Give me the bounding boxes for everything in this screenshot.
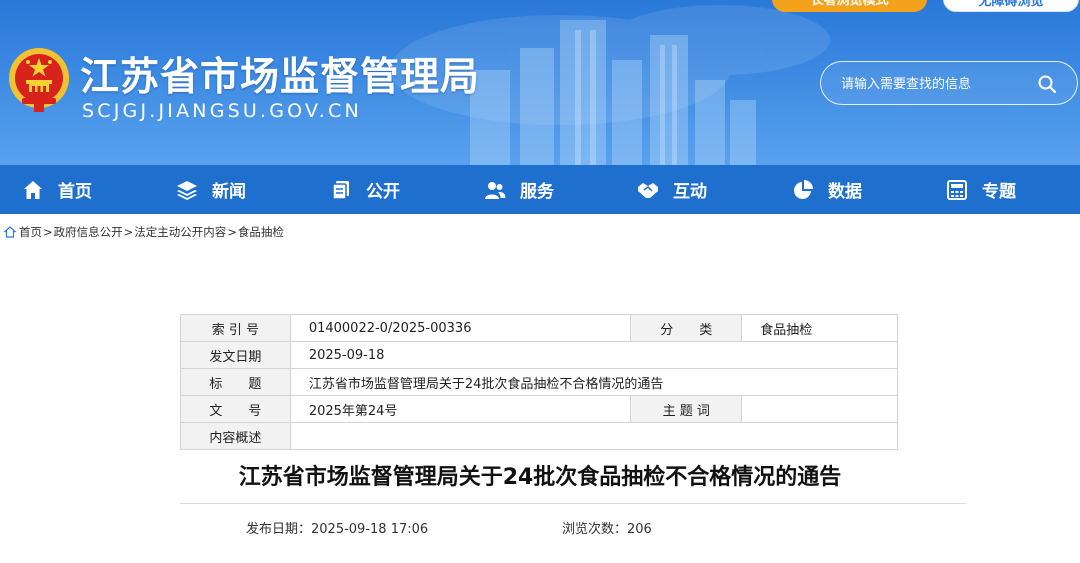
nav-label: 公开 [366, 182, 400, 202]
table-row: 发文日期 2025-09-18 [180, 341, 899, 369]
breadcrumb-home[interactable]: 首页 [19, 224, 42, 240]
date-value: 2025-09-18 [289, 341, 899, 369]
breadcrumb-food-inspection[interactable]: 食品抽检 [238, 224, 284, 240]
title-label: 标 题 [180, 368, 291, 396]
nav-label: 专题 [982, 182, 1016, 202]
docno-value: 2025年第24号 [289, 395, 632, 423]
index-value: 01400022-0/2025-00336 [289, 314, 632, 342]
table-row: 内容概述 [180, 422, 899, 450]
keywords-value [741, 395, 898, 423]
view-count: 浏览次数：206 [562, 518, 652, 537]
docno-label: 文 号 [180, 395, 291, 423]
breadcrumb-statutory[interactable]: 法定主动公开内容 [134, 224, 226, 240]
nav-item-news[interactable]: 新闻 [176, 165, 246, 214]
header-banner: 长者浏览模式 无障碍浏览 江苏省市场监督管理局 SCJGJ.JIANGSU.GO… [0, 0, 1080, 165]
calculator-icon [947, 179, 967, 200]
site-domain: SCJGJ.JIANGSU.GOV.CN [82, 100, 362, 122]
breadcrumb-separator: > [227, 225, 237, 239]
layers-icon [177, 180, 197, 200]
document-info-table: 索 引 号 01400022-0/2025-00336 分 类 食品抽检 发文日… [180, 314, 899, 450]
main-nav: 首页 新闻 公开 服务 互动 数据 专题 [0, 165, 1080, 214]
search-box[interactable] [820, 61, 1078, 105]
publish-date: 发布日期：2025-09-18 17:06 [246, 518, 428, 537]
users-icon [485, 181, 506, 199]
nav-item-data[interactable]: 数据 [792, 165, 862, 214]
home-outline-icon [4, 226, 16, 238]
title-divider [180, 503, 966, 504]
nav-item-topics[interactable]: 专题 [946, 165, 1016, 214]
elder-mode-button[interactable]: 长者浏览模式 [772, 0, 927, 12]
summary-value [289, 422, 899, 450]
nav-label: 互动 [673, 182, 707, 202]
date-label: 发文日期 [180, 341, 291, 369]
breadcrumb-gov-info[interactable]: 政府信息公开 [54, 224, 123, 240]
breadcrumb: 首页 > 政府信息公开 > 法定主动公开内容 > 食品抽检 [4, 224, 284, 240]
title-value: 江苏省市场监督管理局关于24批次食品抽检不合格情况的通告 [289, 368, 899, 396]
home-icon [24, 180, 42, 199]
pie-chart-icon [794, 179, 813, 199]
table-row: 标 题 江苏省市场监督管理局关于24批次食品抽检不合格情况的通告 [180, 368, 899, 396]
view-count-value: 206 [627, 522, 652, 537]
nav-item-public[interactable]: 公开 [330, 165, 400, 214]
document-stack-icon [332, 180, 349, 200]
nav-label: 服务 [520, 182, 554, 202]
category-value: 食品抽检 [741, 314, 898, 342]
nav-item-services[interactable]: 服务 [484, 165, 554, 214]
site-title: 江苏省市场监督管理局 [80, 55, 481, 100]
article-title: 江苏省市场监督管理局关于24批次食品抽检不合格情况的通告 [238, 465, 842, 490]
publish-date-label: 发布日期： [246, 522, 312, 537]
index-label: 索 引 号 [180, 314, 291, 342]
nav-label: 数据 [828, 182, 862, 202]
publish-date-value: 2025-09-18 17:06 [311, 522, 429, 537]
breadcrumb-separator: > [43, 225, 53, 239]
breadcrumb-separator: > [123, 225, 134, 239]
national-emblem-icon [9, 48, 69, 112]
summary-label: 内容概述 [180, 422, 291, 450]
search-input[interactable] [841, 73, 1021, 95]
keywords-label: 主 题 词 [630, 395, 743, 423]
nav-label: 首页 [58, 182, 92, 202]
nav-label: 新闻 [212, 182, 246, 202]
search-icon[interactable] [1037, 74, 1057, 94]
nav-item-interaction[interactable]: 互动 [637, 165, 707, 214]
barrier-free-button[interactable]: 无障碍浏览 [943, 0, 1079, 12]
category-label: 分 类 [630, 314, 743, 342]
table-row: 文 号 2025年第24号 主 题 词 [180, 395, 898, 423]
nav-item-home[interactable]: 首页 [22, 165, 92, 214]
view-count-label: 浏览次数： [562, 522, 628, 537]
table-row: 索 引 号 01400022-0/2025-00336 分 类 食品抽检 [180, 314, 898, 342]
handshake-icon [638, 182, 658, 198]
